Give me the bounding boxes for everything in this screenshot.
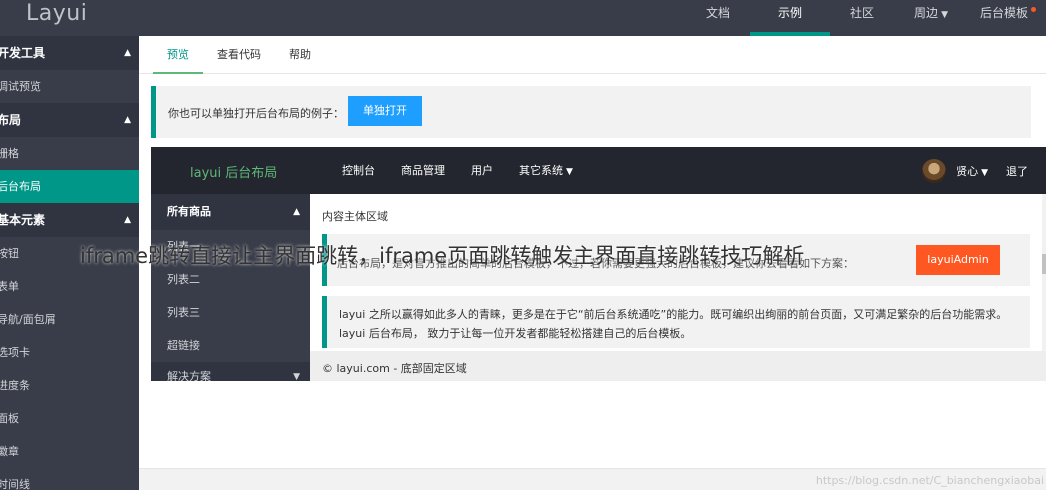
demo-nav-users[interactable]: 用户 — [458, 147, 506, 194]
demo-footer: © layui.com - 底部固定区域 — [310, 351, 1046, 381]
demo-content-title: 内容主体区域 — [322, 210, 388, 223]
sidebar-group-basic-elements[interactable]: 基本元素 ▲ — [0, 203, 139, 237]
demo-sidebar: 所有商品 ▲ 列表一 列表二 列表三 超链接 解决方案 ▼ — [151, 194, 310, 381]
chevron-down-icon: ▼ — [293, 372, 300, 381]
sidebar-item-admin-layout[interactable]: 后台布局 — [0, 170, 139, 203]
demo-user-area: 贤心 ▼ 退了 — [922, 147, 1028, 194]
demo-sidebar-group-all-products[interactable]: 所有商品 ▲ — [151, 194, 310, 230]
chevron-up-icon: ▲ — [293, 207, 300, 217]
demo-scrollbar-thumb[interactable] — [1042, 254, 1046, 274]
tab-help[interactable]: 帮助 — [275, 36, 325, 73]
open-standalone-button[interactable]: 单独打开 — [348, 96, 422, 126]
tab-bar: 预览 查看代码 帮助 — [139, 36, 1046, 74]
nav-examples[interactable]: 示例 — [750, 0, 831, 36]
sidebar-item-tabs[interactable]: 选项卡 — [0, 336, 139, 369]
quote-text: 你也可以单独打开后台布局的例子： — [168, 107, 344, 120]
sidebar-item-grid[interactable]: 栅格 — [0, 137, 139, 170]
chevron-up-icon: ▲ — [124, 115, 131, 125]
avatar[interactable] — [922, 158, 947, 183]
sidebar-item-nav-breadcrumb[interactable]: 导航/面包屑 — [0, 303, 139, 336]
chevron-up-icon: ▲ — [124, 48, 131, 58]
demo-sidebar-item-list3[interactable]: 列表三 — [151, 296, 310, 329]
demo-nav: 控制台 商品管理 用户 其它系统 ▼ — [329, 147, 586, 194]
open-standalone-quote: 你也可以单独打开后台布局的例子： 单独打开 — [151, 86, 1031, 138]
sidebar-item-progress[interactable]: 进度条 — [0, 369, 139, 402]
layui-logo[interactable]: Layui — [26, 1, 87, 26]
demo-user-menu[interactable]: 贤心 ▼ — [956, 163, 988, 179]
chevron-up-icon: ▲ — [124, 215, 131, 225]
chevron-down-icon: ▼ — [566, 167, 573, 177]
demo-intro-quote: layui 之所以赢得如此多人的青睐，更多是在于它“前后台系统通吃”的能力。既可… — [322, 296, 1030, 348]
watermark: https://blog.csdn.net/C_bianchengxiaobai — [815, 474, 1044, 487]
nav-community[interactable]: 社区 — [830, 0, 894, 36]
sidebar-group-devtools[interactable]: 开发工具 ▲ — [0, 36, 139, 70]
sidebar-item-form[interactable]: 表单 — [0, 270, 139, 303]
top-header: Layui 文档 示例 社区 周边 ▼ 后台模板 — [0, 0, 1046, 36]
chevron-down-icon: ▼ — [981, 167, 988, 178]
sidebar-item-panel[interactable]: 面板 — [0, 402, 139, 435]
layuiadmin-button[interactable]: layuiAdmin — [916, 245, 1000, 275]
notification-dot-icon — [1031, 7, 1036, 12]
sidebar-item-debug-preview[interactable]: 调试预览 — [0, 70, 139, 103]
nav-admin-template[interactable]: 后台模板 — [968, 0, 1046, 36]
demo-intro-line1: layui 之所以赢得如此多人的青睐，更多是在于它“前后台系统通吃”的能力。既可… — [339, 308, 1008, 321]
demo-nav-console[interactable]: 控制台 — [329, 147, 388, 194]
top-nav: 文档 示例 社区 周边 ▼ 后台模板 — [686, 0, 1046, 36]
demo-logout-link[interactable]: 退了 — [1006, 163, 1028, 179]
demo-intro-line2: layui 后台布局， 致力于让每一位开发者都能轻松搭建自己的后台模板。 — [339, 327, 692, 340]
tab-preview[interactable]: 预览 — [153, 36, 203, 74]
demo-footer-text: © layui.com - 底部固定区域 — [322, 362, 467, 375]
sidebar-group-layout[interactable]: 布局 ▲ — [0, 103, 139, 137]
chevron-down-icon: ▼ — [941, 10, 948, 20]
demo-logo[interactable]: layui 后台布局 — [190, 162, 277, 181]
nav-docs[interactable]: 文档 — [686, 0, 750, 36]
tab-view-code[interactable]: 查看代码 — [203, 36, 275, 73]
demo-nav-products[interactable]: 商品管理 — [388, 147, 458, 194]
demo-content-area: 内容主体区域 后台布局，是对官方推出的简单的后台模板，不过，若你需要更强大的后台… — [310, 194, 1042, 354]
overlay-caption: iframe跳转直接让主界面跳转，iframe页面跳转触发主界面直接跳转技巧解析 — [80, 244, 805, 268]
sidebar-item-badge[interactable]: 徽章 — [0, 435, 139, 468]
demo-nav-other-systems[interactable]: 其它系统 ▼ — [506, 147, 586, 194]
nav-peripherals[interactable]: 周边 ▼ — [894, 0, 968, 36]
demo-sidebar-group-solutions[interactable]: 解决方案 ▼ — [151, 362, 310, 381]
demo-header: layui 后台布局 控制台 商品管理 用户 其它系统 ▼ 贤心 ▼ 退了 — [151, 147, 1046, 194]
sidebar-item-timeline[interactable]: 时间线 — [0, 468, 139, 490]
demo-sidebar-item-hyperlink[interactable]: 超链接 — [151, 329, 310, 362]
